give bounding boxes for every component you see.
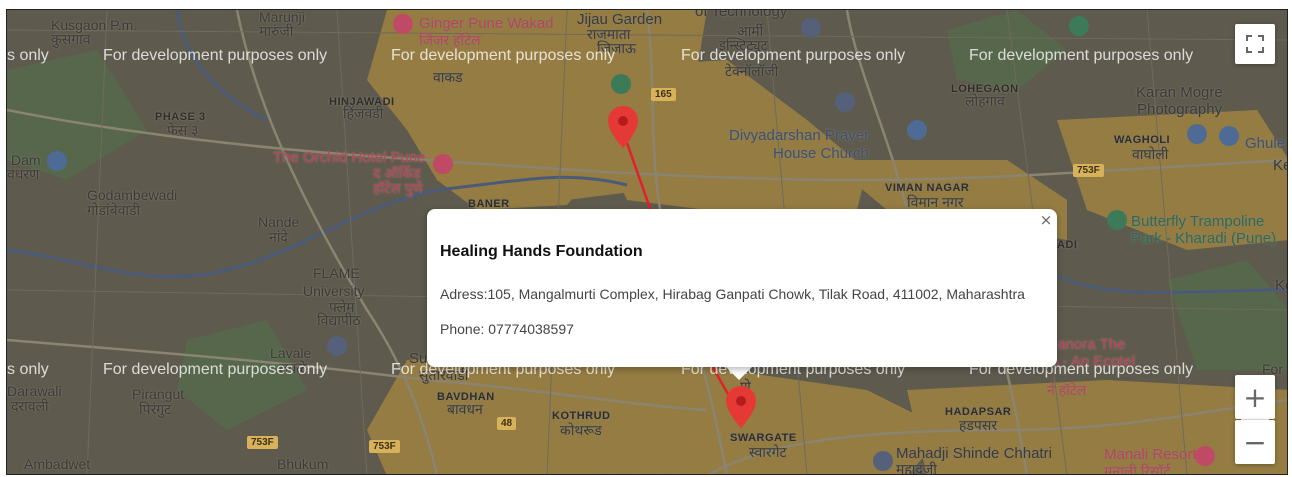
school-icon[interactable] [327,336,347,356]
place-label-kg: Kg [1275,277,1287,294]
place-label-darawali-mr: दरावली [11,398,49,414]
place-label-ke: Ke [1273,157,1287,174]
place-label-butterfly2: Park - Kharadi (Pune) [1131,230,1277,247]
fullscreen-button[interactable] [1235,24,1275,64]
place-label-marunji-mr: मारुंजी [259,23,294,39]
road-shield-r753f-a: 753F [247,436,278,449]
place-label-nande-mr: नांदे [269,229,288,245]
watermark-text: For development purposes only [103,47,328,64]
place-label-flame-univ: University [303,283,365,299]
watermark-text: s only [7,361,49,378]
place-label-manora3: र्न हॉटेल [1047,382,1087,398]
place-address: Adress:105, Mangalmurti Complex, Hirabag… [440,286,1025,302]
watermark-text: For development purposes only [103,361,328,378]
road-shield-r753f-b: 753F [369,440,400,453]
place-label-karan1: Karan Mogre [1136,84,1223,101]
place-label-divya2: House Church [773,145,869,162]
place-label-flame: FLAME [313,265,360,281]
place-label-ghule: Ghule [1245,135,1286,152]
place-title: Healing Hands Foundation [440,243,643,260]
place-label-flame-mr2: विद्यापीठ [317,312,361,328]
landmark-icon[interactable] [801,18,821,38]
place-label-ambadwet: Ambadwet [24,456,91,472]
south-location-marker[interactable] [726,386,756,428]
place-icon[interactable] [1219,126,1239,146]
place-label-swargate-mr: स्वारगेट [749,444,787,460]
place-label-adi: ADI [1057,239,1078,251]
park-icon[interactable] [1107,210,1127,230]
zoom-out-button[interactable]: − [1235,420,1275,464]
place-label-jijau1: Jijau Garden [577,11,663,28]
place-label-phase3-mr: फेस ३ [167,122,199,138]
place-label-sarvi: KARVE NAGAR [595,472,682,474]
map-container[interactable]: Kusgaon P.m. कुसगाव Marunji मारुंजी PHASE 3फ… [6,9,1288,475]
place-phone: Phone: 07774038597 [440,321,574,337]
place-label-nande: Nande [258,214,300,230]
place-label-kothrud-mr: कोथरूड [560,422,602,438]
place-label-ginger1: Ginger Pune Wakad [419,15,554,32]
church-icon[interactable] [835,92,855,112]
road-shield-r165: 165 [651,88,676,101]
place-label-tech4: टेक्नॉलॉजी [725,63,779,79]
fullscreen-icon [1246,35,1264,53]
info-window: × Healing Hands Foundation Adress:105, M… [427,209,1057,367]
place-label-ginger2: जिंजर हॉटेल [419,32,481,48]
north-location-marker[interactable] [608,106,638,148]
place-label-divya1: Divyadarshan Prayer [729,127,870,144]
place-label-darawali: Darawali [7,383,62,399]
place-label-wagholi-mr: वाघोली [1132,146,1169,162]
place-label-pirangut: Pirangut [132,386,185,402]
landmark-icon[interactable] [1069,16,1089,36]
place-label-orchid1: The Orchid Hotel Pune [273,149,426,166]
place-label-godambewadi: Godambewadi [87,187,178,203]
close-icon[interactable]: × [1038,212,1054,228]
place-label-bhukum: Bhukum [277,456,329,472]
camera-icon[interactable] [1187,124,1207,144]
camera-icon[interactable] [47,151,67,171]
road-shield-r753f-c: 753F [1073,164,1104,177]
hotel-icon[interactable] [1195,446,1215,466]
place-label-hadapsar-mr: हडपसर [959,417,998,433]
popup-tail [725,366,753,380]
place-label-dam-mr: वधरण [7,166,40,182]
place-label-orchid3: हॉटेल पुणे [373,180,423,196]
monument-icon[interactable] [873,451,893,471]
place-label-lohegaon-mr: लोहगाव [965,93,1005,109]
place-label-wakad-mr: वाकड [433,69,463,85]
airport-icon[interactable] [907,120,927,140]
road-shield-r48: 48 [497,417,517,430]
place-label-pirangut-mr: पिरंगुट [139,401,172,417]
watermark-text: For development purposes only [681,47,906,64]
hotel-icon[interactable] [393,14,413,34]
place-label-tech1: of Technology [695,9,788,20]
place-label-bavdhan-mr: बावधन [447,401,483,417]
place-label-orchid2: द ऑर्किड [373,165,421,181]
place-label-mahadji2: महादजी [896,461,937,475]
place-label-godambewadi-mr: गोडांबेवाडी [87,202,141,218]
place-label-mahadji1: Mahadji Shinde Chhatri [896,445,1052,462]
place-label-karan2: Photography [1137,101,1223,118]
place-label-butterfly1: Butterfly Trampoline [1131,213,1265,230]
place-label-manora1: nanora The [1049,336,1126,353]
zoom-in-button[interactable]: + [1235,375,1275,419]
place-label-manali2: मनाली रिसॉर्ट [1104,463,1171,475]
place-label-kusgaon-mr: कुसगाव [51,31,91,47]
hotel-icon[interactable] [433,154,453,174]
place-label-lavale: Lavale [270,345,312,361]
watermark-text: s only [7,47,49,64]
place-label-manali1: Manali Resort [1104,446,1197,463]
watermark-text: For development purposes only [969,47,1194,64]
tree-icon[interactable] [611,74,631,94]
place-label-hinjawadi-mr: हिंजवडी [343,105,384,121]
watermark-text: For development purposes only [391,47,616,64]
place-label-viman-mr: विमान नगर [907,194,964,210]
